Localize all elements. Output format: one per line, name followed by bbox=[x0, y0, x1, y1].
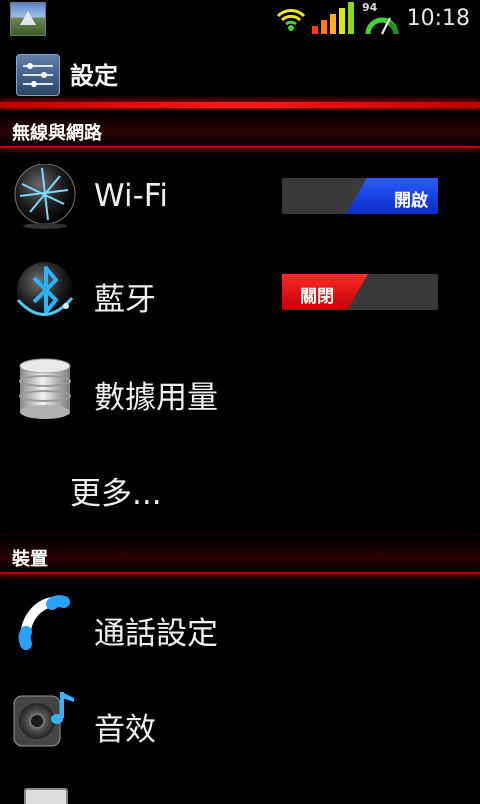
toggle-label: 關閉 bbox=[300, 287, 334, 307]
settings-item-call-settings[interactable]: 通話設定 bbox=[0, 578, 480, 674]
settings-item-sound[interactable]: 音效 bbox=[0, 674, 480, 770]
display-icon bbox=[24, 788, 68, 804]
section-header-label: 無線與網路 bbox=[12, 123, 102, 144]
settings-item-wifi[interactable]: Wi-Fi 開啟 bbox=[0, 150, 480, 246]
bluetooth-toggle[interactable]: 關閉 bbox=[282, 274, 438, 310]
wifi-toggle[interactable]: 開啟 bbox=[282, 178, 438, 214]
status-clock: 10:18 bbox=[406, 6, 470, 31]
section-header-wireless: 無線與網路 bbox=[0, 110, 480, 148]
settings-item-bluetooth[interactable]: 藍牙 關閉 bbox=[0, 246, 480, 342]
cellular-signal-icon bbox=[312, 2, 354, 34]
bluetooth-icon bbox=[16, 262, 74, 318]
settings-item-label: 音效 bbox=[94, 712, 156, 748]
battery-gauge-icon bbox=[365, 17, 399, 35]
settings-item-label: 更多... bbox=[70, 476, 162, 512]
settings-item-data-usage[interactable]: 數據用量 bbox=[0, 342, 480, 438]
speaker-note-icon bbox=[13, 692, 74, 747]
title-divider bbox=[0, 102, 480, 108]
phone-handset-icon bbox=[18, 595, 70, 650]
settings-item-label: 藍牙 bbox=[94, 282, 156, 318]
settings-sliders-icon[interactable] bbox=[16, 54, 60, 96]
section-header-device: 裝置 bbox=[0, 536, 480, 574]
settings-item-label: 通話設定 bbox=[94, 616, 218, 652]
gallery-notification-icon bbox=[10, 2, 46, 36]
status-bar: 94 10:18 bbox=[0, 0, 480, 38]
wifi-signal-icon bbox=[276, 9, 306, 31]
action-bar: 設定 bbox=[0, 38, 480, 102]
wifi-globe-icon bbox=[14, 164, 76, 229]
section-header-label: 裝置 bbox=[12, 549, 48, 570]
data-usage-icon bbox=[19, 358, 71, 419]
page-title: 設定 bbox=[70, 62, 118, 90]
settings-item-label: 數據用量 bbox=[94, 380, 218, 416]
settings-item-label: Wi-Fi bbox=[94, 178, 168, 214]
toggle-label: 開啟 bbox=[394, 191, 428, 211]
settings-item-more[interactable]: 更多... bbox=[0, 438, 480, 534]
